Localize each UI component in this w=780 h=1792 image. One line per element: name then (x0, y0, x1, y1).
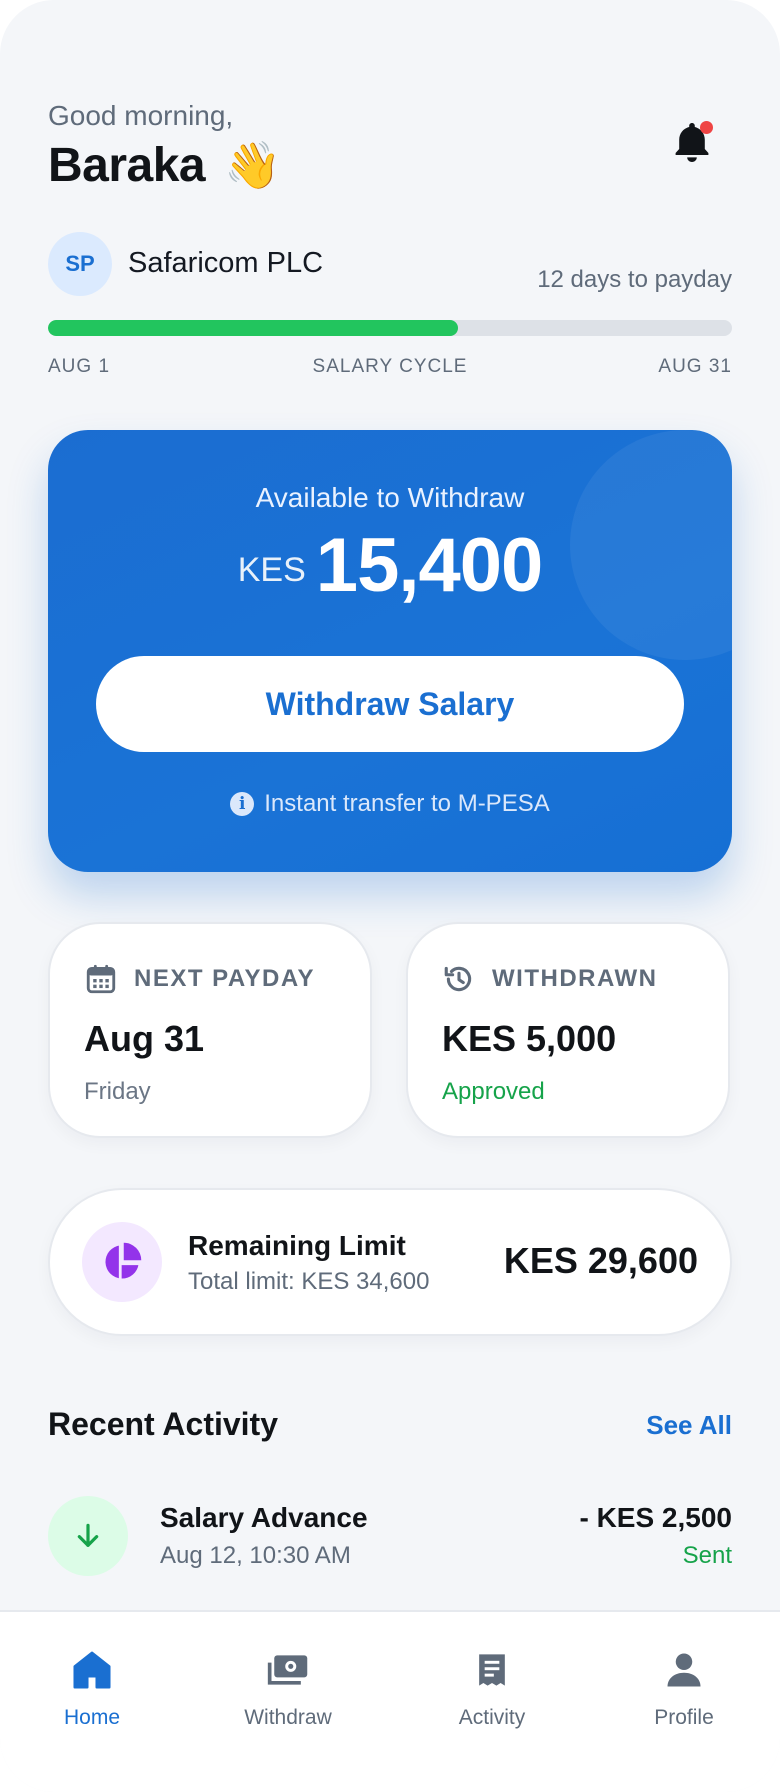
app-screen: Good morning, Baraka 👋 SP Safaricom PLC … (0, 0, 780, 1792)
payday-countdown: 12 days to payday (537, 266, 732, 293)
greeting-text: Good morning, (48, 100, 234, 131)
bottom-navigation: Home Withdraw Activity Profile (0, 1610, 780, 1792)
limit-total: Total limit: KES 34,600 (188, 1268, 430, 1295)
nav-withdraw-label: Withdraw (244, 1706, 332, 1729)
employer-name: Safaricom PLC (128, 247, 324, 279)
activity-time: Aug 12, 10:30 AM (160, 1542, 351, 1569)
calendar-icon (86, 964, 116, 994)
balance-amount: KES 15,400 (48, 522, 732, 609)
nav-activity[interactable]: Activity (422, 1648, 562, 1730)
nav-activity-label: Activity (458, 1706, 526, 1729)
nav-home[interactable]: Home (22, 1648, 162, 1730)
available-balance-card: Available to Withdraw KES 15,400 Withdraw… (48, 430, 732, 872)
activity-row[interactable]: Salary Advance Aug 12, 10:30 AM - KES 2,… (48, 1494, 732, 1578)
wave-emoji: 👋 (223, 139, 281, 191)
nav-profile-label: Profile (654, 1706, 714, 1729)
limit-remaining-amount: KES 29,600 (503, 1240, 698, 1281)
see-all-link[interactable]: See All (646, 1410, 732, 1441)
withdrawn-status: Approved (442, 1078, 545, 1105)
withdrawn-title: WITHDRAWN (492, 965, 658, 992)
balance-currency: KES (237, 551, 306, 589)
next-payday-date: Aug 31 (84, 1018, 205, 1059)
activity-title: Salary Advance (160, 1502, 368, 1533)
next-payday-card[interactable]: NEXT PAYDAY Aug 31 Friday (48, 922, 372, 1138)
nav-profile[interactable]: Profile (614, 1648, 754, 1730)
employer-avatar: SP (48, 232, 112, 296)
activity-status: Sent (682, 1542, 732, 1569)
user-name: Baraka (48, 139, 206, 192)
next-payday-title: NEXT PAYDAY (134, 965, 316, 992)
nav-home-label: Home (63, 1706, 121, 1729)
limit-title: Remaining Limit (188, 1230, 406, 1261)
person-icon (667, 1653, 701, 1687)
recent-activity-heading: Recent Activity (48, 1406, 278, 1442)
home-icon (73, 1651, 111, 1689)
cash-icon (267, 1655, 308, 1685)
activity-amount: - KES 2,500 (579, 1502, 732, 1533)
salary-cycle-progress (48, 320, 732, 336)
transfer-note: i Instant transfer to M-PESA (48, 790, 732, 818)
withdrawn-amount: KES 5,000 (442, 1018, 617, 1059)
transfer-note-text: Instant transfer to M-PESA (264, 790, 550, 817)
balance-value: 15,400 (315, 523, 543, 608)
remaining-limit-card[interactable]: Remaining Limit Total limit: KES 34,600 … (48, 1188, 732, 1336)
next-payday-weekday: Friday (84, 1078, 151, 1105)
withdrawn-card[interactable]: WITHDRAWN KES 5,000 Approved (406, 922, 730, 1138)
user-name-heading: Baraka 👋 (48, 138, 281, 193)
cycle-end-label: AUG 31 (658, 356, 732, 377)
withdraw-salary-button[interactable]: Withdraw Salary (96, 656, 684, 752)
info-icon: i (230, 792, 255, 816)
receipt-icon (479, 1654, 505, 1686)
nav-withdraw[interactable]: Withdraw (218, 1648, 358, 1730)
balance-label: Available to Withdraw (255, 482, 525, 513)
limit-icon-badge (82, 1222, 162, 1302)
salary-cycle-progress-fill (48, 320, 459, 336)
notification-badge (700, 121, 713, 134)
activity-icon-badge (48, 1496, 128, 1576)
arrow-down-icon (77, 1523, 99, 1547)
history-icon (444, 966, 472, 992)
pie-chart-icon (105, 1242, 142, 1279)
